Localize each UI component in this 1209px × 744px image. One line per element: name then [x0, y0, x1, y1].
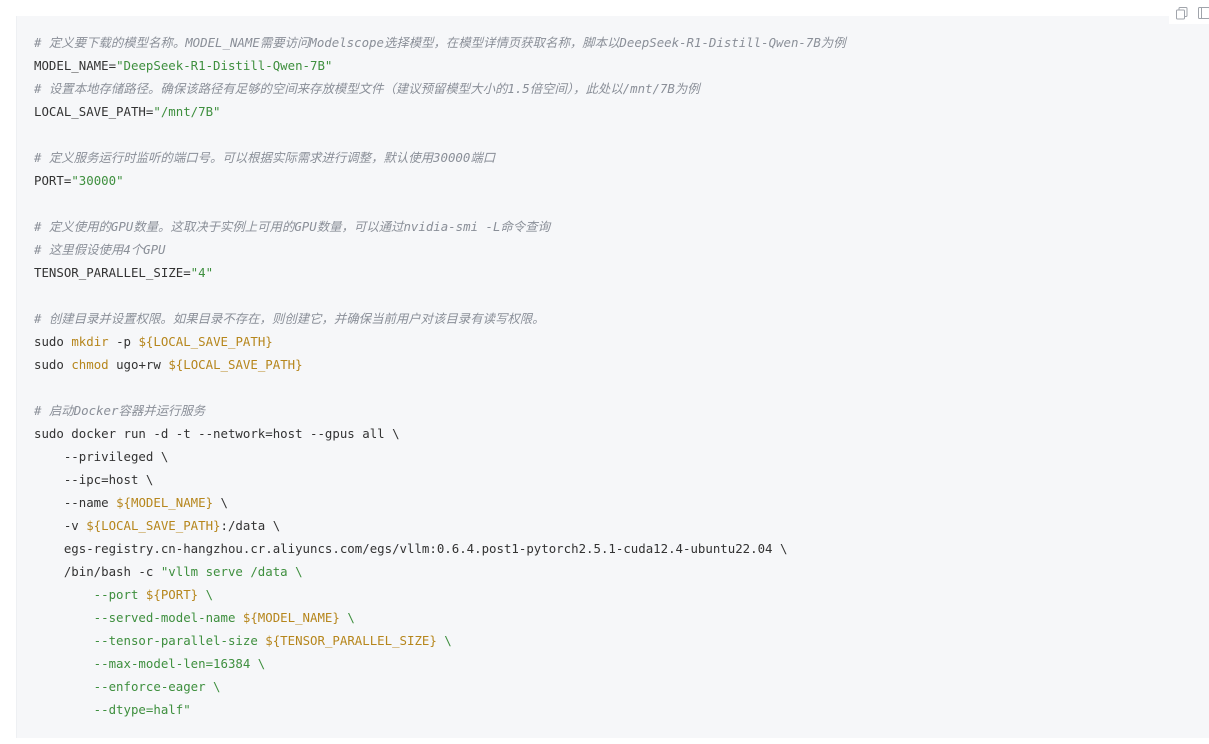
code-line: --name ${MODEL_NAME} \	[34, 491, 846, 514]
code-line: --dtype=half"	[34, 698, 846, 721]
code-token-string: \	[198, 587, 214, 602]
code-line: # 定义要下载的模型名称。MODEL_NAME需要访问Modelscope选择模…	[34, 31, 846, 54]
code-token-comment: # 定义服务运行时监听的端口号。可以根据实际需求进行调整，默认使用30000端口	[34, 150, 496, 165]
code-token-plain: sudo	[34, 357, 72, 372]
code-lines: # 定义要下载的模型名称。MODEL_NAME需要访问Modelscope选择模…	[34, 31, 846, 721]
code-token-plain: -p	[108, 334, 139, 349]
code-token-plain: \	[213, 495, 228, 510]
code-token-var: ${LOCAL_SAVE_PATH}	[86, 518, 221, 533]
code-line: --served-model-name ${MODEL_NAME} \	[34, 606, 846, 629]
code-line: # 启动Docker容器并运行服务	[34, 399, 846, 422]
code-token-comment: # 创建目录并设置权限。如果目录不存在，则创建它，并确保当前用户对该目录有读写权…	[34, 311, 545, 326]
code-token-plain: --ipc=host \	[34, 472, 154, 487]
code-token-plain: /bin/bash -c	[34, 564, 161, 579]
code-token-var: ${MODEL_NAME}	[116, 495, 214, 510]
code-line: # 这里假设使用4个GPU	[34, 238, 846, 261]
code-token-string: --port	[34, 587, 146, 602]
code-token-plain: egs-registry.cn-hangzhou.cr.aliyuncs.com…	[34, 541, 788, 556]
code-token-string: --dtype=half"	[34, 702, 191, 717]
code-token-plain: LOCAL_SAVE_PATH=	[34, 104, 154, 119]
code-token-string: --max-model-len=16384 \	[34, 656, 266, 671]
code-token-plain: ugo+rw	[108, 357, 169, 372]
code-token-var: ${PORT}	[145, 587, 199, 602]
code-token-string: \	[339, 610, 355, 625]
code-line: sudo docker run -d -t --network=host --g…	[34, 422, 846, 445]
code-token-plain: -v	[34, 518, 87, 533]
code-token-var: ${TENSOR_PARALLEL_SIZE}	[265, 633, 437, 648]
code-token-plain: PORT=	[34, 173, 72, 188]
code-line: sudo chmod ugo+rw ${LOCAL_SAVE_PATH}	[34, 353, 846, 376]
code-token-var: ${LOCAL_SAVE_PATH}	[168, 357, 303, 372]
code-line: --enforce-eager \	[34, 675, 846, 698]
code-block: # 定义要下载的模型名称。MODEL_NAME需要访问Modelscope选择模…	[16, 16, 1209, 738]
code-token-plain: TENSOR_PARALLEL_SIZE=	[34, 265, 191, 280]
code-line: --tensor-parallel-size ${TENSOR_PARALLEL…	[34, 629, 846, 652]
code-token-string: --enforce-eager \	[34, 679, 221, 694]
code-token-string: "4"	[190, 265, 214, 280]
code-line: sudo mkdir -p ${LOCAL_SAVE_PATH}	[34, 330, 846, 353]
code-token-string: --tensor-parallel-size	[34, 633, 266, 648]
code-token-comment: # 启动Docker容器并运行服务	[34, 403, 206, 418]
copy-icon[interactable]	[1175, 5, 1189, 20]
code-toolbar	[1169, 0, 1209, 24]
code-token-string: --served-model-name	[34, 610, 243, 625]
code-token-string: "vllm serve /data \	[160, 564, 303, 579]
code-line: --privileged \	[34, 445, 846, 468]
code-line: # 设置本地存储路径。确保该路径有足够的空间来存放模型文件（建议预留模型大小的1…	[34, 77, 846, 100]
code-token-plain: --name	[34, 495, 117, 510]
code-token-string: "30000"	[71, 173, 124, 188]
code-token-plain: MODEL_NAME=	[34, 58, 117, 73]
code-line: PORT="30000"	[34, 169, 846, 192]
code-line: --max-model-len=16384 \	[34, 652, 846, 675]
code-token-var: ${MODEL_NAME}	[242, 610, 340, 625]
code-line: TENSOR_PARALLEL_SIZE="4"	[34, 261, 846, 284]
code-token-cmd: chmod	[71, 357, 109, 372]
code-line: LOCAL_SAVE_PATH="/mnt/7B"	[34, 100, 846, 123]
code-token-comment: # 定义要下载的模型名称。MODEL_NAME需要访问Modelscope选择模…	[34, 35, 846, 50]
code-line: # 定义服务运行时监听的端口号。可以根据实际需求进行调整，默认使用30000端口	[34, 146, 846, 169]
code-line: -v ${LOCAL_SAVE_PATH}:/data \	[34, 514, 846, 537]
code-token-cmd: mkdir	[71, 334, 109, 349]
code-line: --port ${PORT} \	[34, 583, 846, 606]
code-line: # 定义使用的GPU数量。这取决于实例上可用的GPU数量，可以通过nvidia-…	[34, 215, 846, 238]
code-line: /bin/bash -c "vllm serve /data \	[34, 560, 846, 583]
code-token-string: \	[436, 633, 452, 648]
code-line: MODEL_NAME="DeepSeek-R1-Distill-Qwen-7B"	[34, 54, 846, 77]
code-token-plain: sudo	[34, 334, 72, 349]
code-line: egs-registry.cn-hangzhou.cr.aliyuncs.com…	[34, 537, 846, 560]
code-token-comment: # 定义使用的GPU数量。这取决于实例上可用的GPU数量，可以通过nvidia-…	[34, 219, 550, 234]
code-token-comment: # 设置本地存储路径。确保该路径有足够的空间来存放模型文件（建议预留模型大小的1…	[34, 81, 700, 96]
code-token-string: "/mnt/7B"	[153, 104, 221, 119]
code-token-string: "DeepSeek-R1-Distill-Qwen-7B"	[116, 58, 333, 73]
code-token-var: ${LOCAL_SAVE_PATH}	[138, 334, 273, 349]
code-token-comment: # 这里假设使用4个GPU	[34, 242, 166, 257]
code-line: --ipc=host \	[34, 468, 846, 491]
code-line: # 创建目录并设置权限。如果目录不存在，则创建它，并确保当前用户对该目录有读写权…	[34, 307, 846, 330]
code-token-plain: sudo docker run -d -t --network=host --g…	[34, 426, 400, 441]
code-token-plain: --privileged \	[34, 449, 169, 464]
expand-icon[interactable]	[1197, 5, 1209, 19]
code-token-plain: :/data \	[220, 518, 281, 533]
